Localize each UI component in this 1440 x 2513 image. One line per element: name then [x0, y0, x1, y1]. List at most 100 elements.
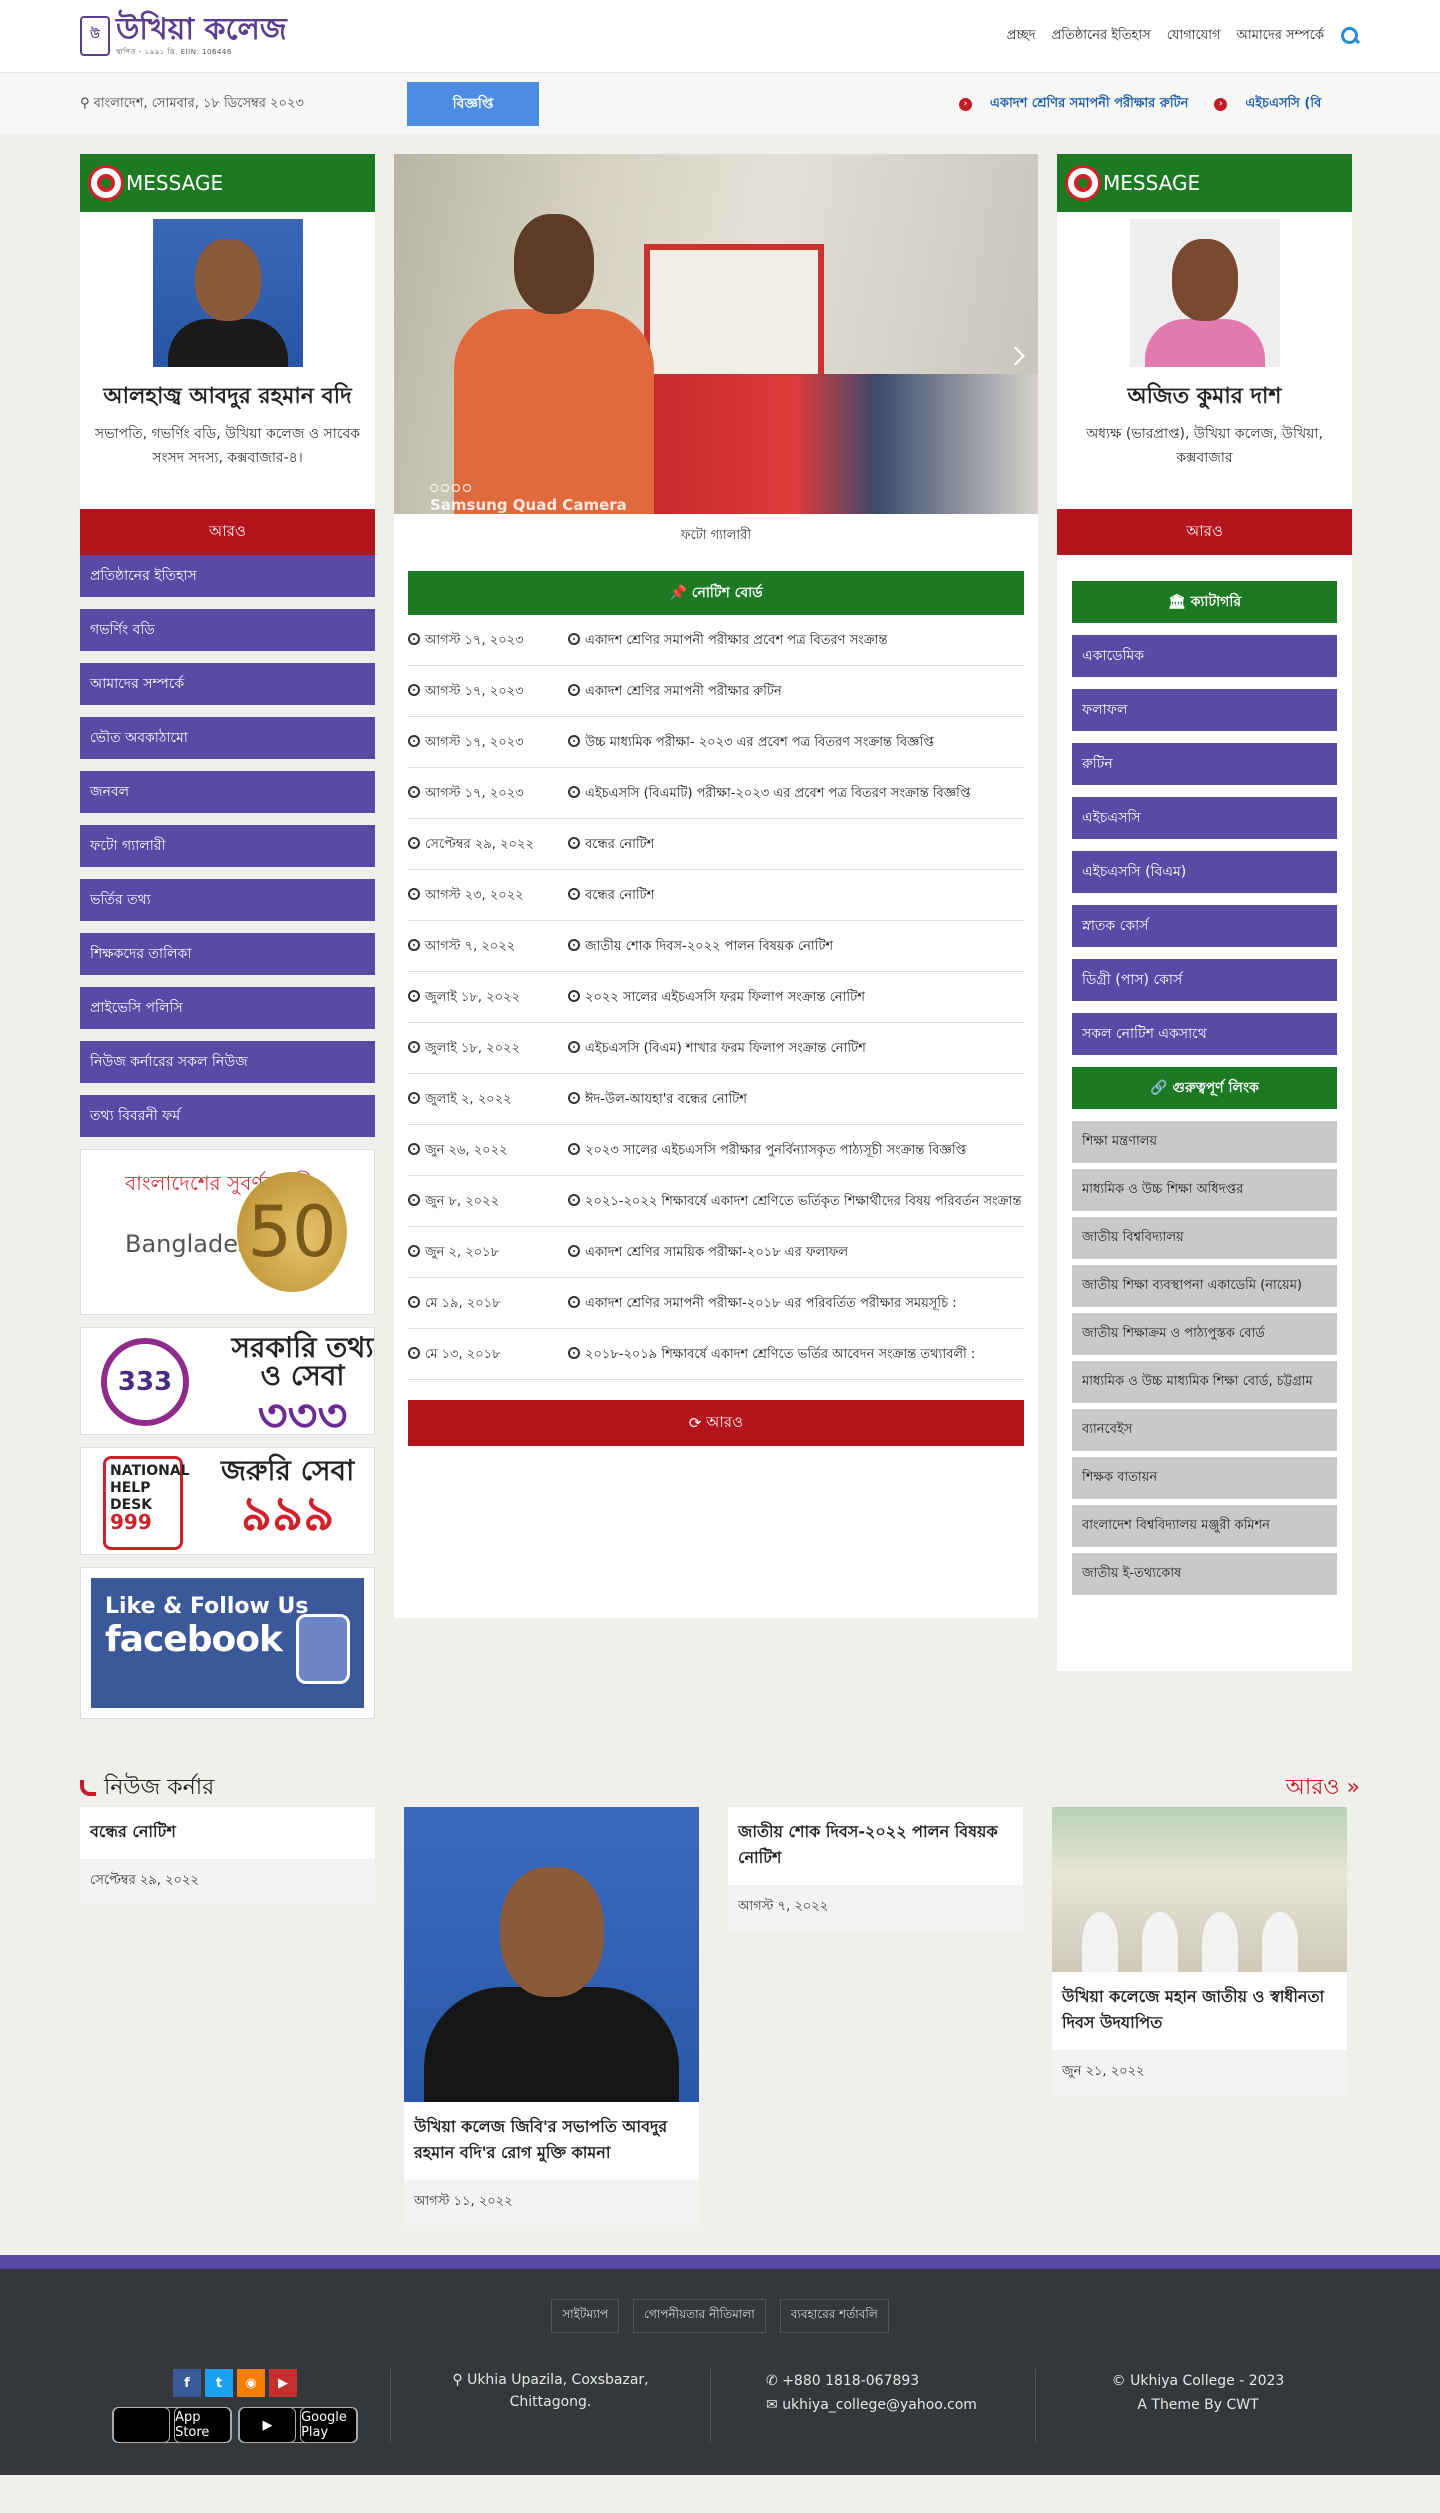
- president-photo: [152, 219, 303, 367]
- marquee-item[interactable]: › এইচএসসি (বি: [1214, 94, 1321, 115]
- bullet-icon: [568, 684, 580, 696]
- category-item[interactable]: ডিগ্রী (পাস) কোর্স: [1072, 959, 1337, 1001]
- news-corner-header: নিউজ কর্নার আরও »: [80, 1771, 1360, 1805]
- current-date: ⚲ বাংলাদেশ, সোমবার, ১৮ ডিসেম্বর ২০২৩: [80, 95, 304, 111]
- important-link-item[interactable]: জাতীয় বিশ্ববিদ্যালয়: [1072, 1217, 1337, 1259]
- rss-icon[interactable]: ◉: [237, 2369, 265, 2397]
- principal-more-button[interactable]: আরও: [1057, 509, 1352, 555]
- bullet-icon: [568, 1245, 580, 1257]
- facebook-banner[interactable]: Like & Follow Us facebook: [80, 1567, 375, 1719]
- notice-date-text: জুন ৮, ২০২২: [425, 1194, 500, 1209]
- nav-contact[interactable]: যোগাযোগ: [1167, 26, 1221, 47]
- chevron-right-icon[interactable]: [1005, 346, 1025, 366]
- news-card[interactable]: বন্ধের নোটিশ সেপ্টেম্বর ২৯, ২০২২: [80, 1807, 375, 1904]
- nav-home[interactable]: প্রচ্ছদ: [1007, 26, 1036, 47]
- notice-title: একাদশ শ্রেণির সমাপনী পরীক্ষার প্রবেশ পত্…: [568, 629, 1024, 653]
- nav-about[interactable]: আমাদের সম্পর্কে: [1237, 26, 1324, 47]
- news-card[interactable]: জাতীয় শোক দিবস-২০২২ পালন বিষয়ক নোটিশ আ…: [728, 1807, 1023, 1930]
- search-icon[interactable]: [1340, 26, 1360, 46]
- sidebar-item-about[interactable]: আমাদের সম্পর্কে: [80, 663, 375, 705]
- notice-row[interactable]: আগস্ট ১৭, ২০২৩ উচ্চ মাধ্যমিক পরীক্ষা- ২০২…: [408, 717, 1024, 768]
- site-logo[interactable]: উ উখিয়া কলেজ স্থাপিত - ১৯৯১ খ্রি. EIIN:…: [80, 14, 287, 58]
- sidebar-item-admission[interactable]: ভর্তির তথ্য: [80, 879, 375, 921]
- notice-date-text: জুন ২, ২০১৮: [425, 1245, 500, 1260]
- important-link-item[interactable]: জাতীয় শিক্ষা ব্যবস্থাপনা একাডেমি (নায়ে…: [1072, 1265, 1337, 1307]
- golden-jubilee-banner[interactable]: বাংলাদেশের সুবর্ণজয়ন্তী Bangladesh 50: [80, 1149, 375, 1315]
- banner-text: জরুরি সেবা: [221, 1454, 355, 1487]
- notice-date: আগস্ট ১৭, ২০২৩: [408, 680, 568, 704]
- emergency-999-banner[interactable]: NATIONAL HELP DESK 999 জরুরি সেবা ৯৯৯: [80, 1447, 375, 1555]
- sidebar-item-staff[interactable]: জনবল: [80, 771, 375, 813]
- sidebar-item-history[interactable]: প্রতিষ্ঠানের ইতিহাস: [80, 555, 375, 597]
- category-item[interactable]: এইচএসসি (বিএম): [1072, 851, 1337, 893]
- google-play-badge[interactable]: ▶ Google Play: [238, 2407, 358, 2443]
- chevron-right-icon: ›: [1214, 97, 1228, 111]
- important-link-item[interactable]: ব্যানবেইস: [1072, 1409, 1337, 1451]
- notice-row[interactable]: আগস্ট ১৭, ২০২৩ একাদশ শ্রেণির সমাপনী পরীক্…: [408, 666, 1024, 717]
- sidebar-item-all-news[interactable]: নিউজ কর্নারের সকল নিউজ: [80, 1041, 375, 1083]
- important-link-item[interactable]: মাধ্যমিক ও উচ্চ শিক্ষা অধিদপ্তর: [1072, 1169, 1337, 1211]
- bullet-icon: [568, 786, 580, 798]
- notice-row[interactable]: আগস্ট ৭, ২০২২ জাতীয় শোক দিবস-২০২২ পালন ব…: [408, 921, 1024, 972]
- sidebar-item-governing-body[interactable]: গভর্ণিং বডি: [80, 609, 375, 651]
- sidebar-item-teachers[interactable]: শিক্ষকদের তালিকা: [80, 933, 375, 975]
- news-more-link[interactable]: আরও »: [1286, 1770, 1360, 1807]
- nav-history[interactable]: প্রতিষ্ঠানের ইতিহাস: [1052, 26, 1151, 47]
- notice-row[interactable]: জুন ২৬, ২০২২ ২০২৩ সালের এইচএসসি পরীক্ষার …: [408, 1125, 1024, 1176]
- president-more-button[interactable]: আরও: [80, 509, 375, 555]
- important-link-item[interactable]: বাংলাদেশ বিশ্ববিদ্যালয় মঞ্জুরী কমিশন: [1072, 1505, 1337, 1547]
- notice-row[interactable]: আগস্ট ১৭, ২০২৩ একাদশ শ্রেণির সমাপনী পরীক্…: [408, 615, 1024, 666]
- important-link-item[interactable]: জাতীয় শিক্ষাক্রম ও পাঠ্যপুস্তক বোর্ড: [1072, 1313, 1337, 1355]
- sidebar-item-privacy[interactable]: প্রাইভেসি পলিসি: [80, 987, 375, 1029]
- category-item[interactable]: স্নাতক কোর্স: [1072, 905, 1337, 947]
- govt-info-333-banner[interactable]: 333 সরকারি তথ্য ও সেবা ৩৩৩: [80, 1327, 375, 1435]
- notice-more-button[interactable]: ⟳ আরও: [408, 1400, 1024, 1446]
- clock-icon: [408, 786, 420, 798]
- footer-privacy-link[interactable]: গোপনীয়তার নীতিমালা: [633, 2299, 766, 2333]
- notice-row[interactable]: জুন ৮, ২০২২ ২০২১-২০২২ শিক্ষাবর্ষে একাদশ শ…: [408, 1176, 1024, 1227]
- slider-overlay-caption: Samsung Quad Camera: [430, 496, 627, 514]
- important-link-item[interactable]: জাতীয় ই-তথ্যকোষ: [1072, 1553, 1337, 1595]
- notice-title: ২০১৮-২০১৯ শিক্ষাবর্ষে একাদশ শ্রেণিতে ভর্…: [568, 1343, 1024, 1367]
- notice-row[interactable]: জুন ২, ২০১৮ একাদশ শ্রেণির সাময়িক পরীক্ষা…: [408, 1227, 1024, 1278]
- important-link-item[interactable]: মাধ্যমিক ও উচ্চ মাধ্যমিক শিক্ষা বোর্ড, চ…: [1072, 1361, 1337, 1403]
- footer-terms-link[interactable]: ব্যবহারের শর্তাবলি: [779, 2299, 889, 2333]
- notice-row[interactable]: মে ১৩, ২০১৮ ২০১৮-২০১৯ শিক্ষাবর্ষে একাদশ শ…: [408, 1329, 1024, 1380]
- category-item[interactable]: একাডেমিক: [1072, 635, 1337, 677]
- marquee-item[interactable]: › একাদশ শ্রেণির সমাপনী পরীক্ষার রুটিন: [959, 94, 1188, 115]
- category-item[interactable]: রুটিন: [1072, 743, 1337, 785]
- banner-text: ৩৩৩: [257, 1388, 348, 1435]
- news-card-image: [1052, 1807, 1347, 1972]
- notice-title: ২০২১-২০২২ শিক্ষাবর্ষে একাদশ শ্রেণিতে ভর্…: [568, 1190, 1024, 1214]
- app-store-badge[interactable]: App Store: [112, 2407, 232, 2443]
- notice-title-text: একাদশ শ্রেণির সমাপনী পরীক্ষার প্রবেশ পত্…: [585, 633, 888, 648]
- category-item[interactable]: এইচএসসি: [1072, 797, 1337, 839]
- footer-sitemap-link[interactable]: সাইটম্যাপ: [551, 2299, 620, 2333]
- notice-row[interactable]: জুলাই ১৮, ২০২২ ২০২২ সালের এইচএসসি ফরম ফিল…: [408, 972, 1024, 1023]
- category-item[interactable]: সকল নোটিশ একসাথে: [1072, 1013, 1337, 1055]
- sidebar-item-gallery[interactable]: ফটো গ্যালারী: [80, 825, 375, 867]
- slider-image[interactable]: Samsung Quad Camera: [394, 154, 1038, 514]
- notice-row[interactable]: আগস্ট ১৭, ২০২৩ এইচএসসি (বিএমটি) পরীক্ষা-২…: [408, 768, 1024, 819]
- banner-text: ৯৯৯: [240, 1486, 335, 1542]
- twitter-icon[interactable]: t: [205, 2369, 233, 2397]
- youtube-icon[interactable]: ▶: [269, 2369, 297, 2397]
- notice-board-header: 📌 নোটিশ বোর্ড: [408, 571, 1024, 615]
- slider-dots[interactable]: [430, 484, 471, 492]
- notice-row[interactable]: জুলাই ১৮, ২০২২ এইচএসসি (বিএম) শাখার ফরম ফ…: [408, 1023, 1024, 1074]
- notice-row[interactable]: জুলাই ২, ২০২২ ঈদ-উল-আযহা'র বন্ধের নোটিশ: [408, 1074, 1024, 1125]
- sidebar-item-info-form[interactable]: তথ্য বিবরনী ফর্ম: [80, 1095, 375, 1137]
- news-card[interactable]: উখিয়া কলেজে মহান জাতীয় ও স্বাধীনতা দিব…: [1052, 1807, 1347, 2095]
- notice-row[interactable]: সেপ্টেম্বর ২৯, ২০২২ বন্ধের নোটিশ: [408, 819, 1024, 870]
- apple-icon: [113, 2407, 170, 2443]
- important-link-item[interactable]: শিক্ষক বাতায়ন: [1072, 1457, 1337, 1499]
- news-card-title: বন্ধের নোটিশ: [90, 1822, 176, 1841]
- notice-row[interactable]: মে ১৯, ২০১৮ একাদশ শ্রেণির সমাপনী পরীক্ষা-…: [408, 1278, 1024, 1329]
- important-link-item[interactable]: শিক্ষা মন্ত্রণালয়: [1072, 1121, 1337, 1163]
- category-item[interactable]: ফলাফল: [1072, 689, 1337, 731]
- facebook-icon[interactable]: f: [173, 2369, 201, 2397]
- news-card-date: জুন ২১, ২০২২: [1052, 2050, 1347, 2095]
- sidebar-item-infrastructure[interactable]: ভৌত অবকাঠামো: [80, 717, 375, 759]
- news-card[interactable]: উখিয়া কলেজ জিবি'র সভাপতি আবদুর রহমান বদ…: [404, 1807, 699, 2225]
- notice-row[interactable]: আগস্ট ২৩, ২০২২ বন্ধের নোটিশ: [408, 870, 1024, 921]
